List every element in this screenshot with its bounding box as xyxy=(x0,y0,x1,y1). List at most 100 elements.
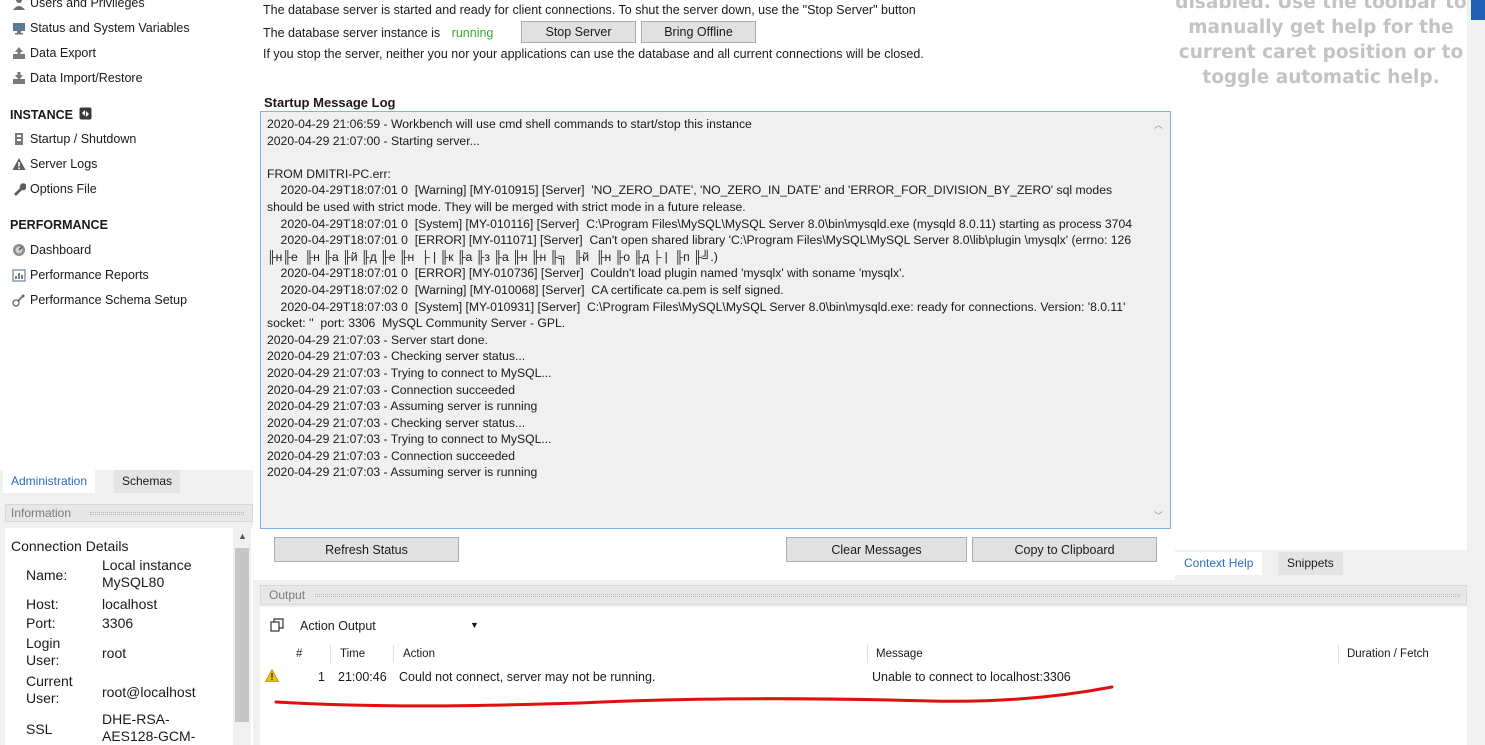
context-help-panel: disabled. Use the toolbar to manually ge… xyxy=(1175,0,1467,550)
log-line: 2020-04-29 21:07:03 - Assuming server is… xyxy=(267,465,538,480)
nav-item-performance-reports[interactable]: Performance Reports xyxy=(12,265,149,285)
reports-icon xyxy=(12,268,26,282)
column-number[interactable]: # xyxy=(296,648,302,660)
information-header: Information xyxy=(5,504,253,522)
startup-shutdown-page: The database server is started and ready… xyxy=(253,0,1175,580)
header-grip xyxy=(90,512,244,515)
log-line: 2020-04-29 21:07:00 - Starting server... xyxy=(267,133,480,148)
info-label-ssl: SSL xyxy=(26,721,53,737)
information-scrollbar[interactable]: ▲ xyxy=(233,528,251,745)
row-message: Unable to connect to localhost:3306 xyxy=(872,670,1071,684)
nav-item-status-and-system-variables[interactable]: Status and System Variables xyxy=(13,18,190,38)
instance-toggle-icon[interactable] xyxy=(79,107,92,123)
sidebar-toggle[interactable] xyxy=(1471,0,1485,20)
nav-item-performance-schema-setup[interactable]: Performance Schema Setup xyxy=(12,290,188,310)
server-state-value: running xyxy=(451,26,494,40)
scrollbar-thumb[interactable] xyxy=(235,548,249,722)
row-number: 1 xyxy=(318,670,325,684)
info-label-port: Port: xyxy=(26,615,56,631)
nav-item-dashboard[interactable]: Dashboard xyxy=(13,240,92,260)
nav-item-label: Dashboard xyxy=(30,243,92,257)
info-value-host: localhost xyxy=(102,596,158,612)
warning-icon xyxy=(264,668,280,685)
log-line: 2020-04-29T18:07:02 0 [Warning] [MY-0100… xyxy=(267,282,784,297)
nav-item-label: Status and System Variables xyxy=(30,21,190,35)
log-line: 2020-04-29 21:07:03 - Connection succeed… xyxy=(267,448,515,463)
output-header: Output xyxy=(260,585,1467,605)
column-separator xyxy=(867,645,868,663)
help-tabs: Context Help Snippets xyxy=(1175,552,1467,575)
nav-item-data-export[interactable]: Data Export xyxy=(13,43,96,63)
connection-details-title: Connection Details xyxy=(11,538,129,554)
log-line: 2020-04-29T18:07:01 0 [Warning] [MY-0109… xyxy=(267,183,1116,214)
tab-snippets[interactable]: Snippets xyxy=(1278,552,1343,575)
column-time[interactable]: Time xyxy=(340,648,365,660)
instance-heading: INSTANCE xyxy=(10,106,92,124)
dashboard-icon xyxy=(12,243,26,257)
log-line: 2020-04-29 21:06:59 - Workbench will use… xyxy=(267,117,752,131)
info-value-ssl: DHE-RSA- AES128-GCM- xyxy=(102,711,196,744)
monitor-icon xyxy=(12,21,26,35)
column-message[interactable]: Message xyxy=(876,648,923,660)
server-state-line: The database server instance is running xyxy=(263,26,494,40)
column-separator xyxy=(1338,645,1339,663)
chevron-down-icon[interactable]: ▼ xyxy=(470,620,479,630)
output-type-select[interactable]: Action Output xyxy=(300,619,376,633)
refresh-status-button[interactable]: Refresh Status xyxy=(274,537,459,562)
info-label-login-user: Login User: xyxy=(26,635,61,668)
info-value-login-user: root xyxy=(102,645,127,661)
row-action: Could not connect, server may not be run… xyxy=(399,670,656,684)
row-time: 21:00:46 xyxy=(338,670,387,684)
column-separator xyxy=(330,645,331,663)
tab-schemas[interactable]: Schemas xyxy=(114,470,181,493)
nav-item-label: Performance Schema Setup xyxy=(30,293,188,307)
copy-icon[interactable] xyxy=(270,618,284,632)
header-grip xyxy=(315,594,1460,597)
import-icon xyxy=(12,71,26,85)
nav-item-label: Startup / Shutdown xyxy=(30,132,137,146)
log-line: 2020-04-29 21:07:03 - Trying to connect … xyxy=(267,432,552,447)
info-value-current-user: root@localhost xyxy=(102,684,196,700)
nav-item-options-file[interactable]: Options File xyxy=(14,179,97,199)
right-sidebar-edge xyxy=(1467,0,1485,745)
nav-item-users-and-privileges[interactable]: Users and Privileges xyxy=(13,0,145,13)
tab-context-help[interactable]: Context Help xyxy=(1175,552,1263,575)
log-text: 2020-04-29 21:06:59 - Workbench will use… xyxy=(267,116,1147,481)
stop-warning-message: If you stop the server, neither you nor … xyxy=(263,47,924,61)
users-icon xyxy=(12,0,26,10)
nav-item-label: Users and Privileges xyxy=(30,0,145,10)
log-line: 2020-04-29 21:07:03 - Server start done. xyxy=(267,332,488,347)
nav-item-data-import-restore[interactable]: Data Import/Restore xyxy=(13,68,143,88)
help-message: disabled. Use the toolbar to manually ge… xyxy=(1175,0,1467,88)
clear-messages-button[interactable]: Clear Messages xyxy=(786,537,967,562)
nav-item-label: Options File xyxy=(30,182,97,196)
log-line: 2020-04-29T18:07:01 0 [ERROR] [MY-010736… xyxy=(267,266,905,281)
navigator-tabs: Administration Schemas xyxy=(0,470,253,493)
log-line: 2020-04-29 21:07:03 - Assuming server is… xyxy=(267,399,538,414)
nav-item-server-logs[interactable]: Server Logs xyxy=(12,154,98,174)
navigator-panel: Users and Privileges Status and System V… xyxy=(0,0,253,470)
export-icon xyxy=(12,46,26,60)
column-duration[interactable]: Duration / Fetch xyxy=(1347,648,1429,660)
startup-log-title: Startup Message Log xyxy=(264,95,396,110)
startup-message-log[interactable]: 2020-04-29 21:06:59 - Workbench will use… xyxy=(260,111,1171,529)
nav-item-label: Server Logs xyxy=(30,157,98,171)
tab-administration[interactable]: Administration xyxy=(3,470,96,493)
log-line: FROM DMITRI-PC.err: xyxy=(267,166,391,181)
column-action[interactable]: Action xyxy=(403,648,435,660)
wrench-icon xyxy=(12,182,26,196)
scroll-up-icon[interactable]: ▲ xyxy=(238,531,247,541)
bring-offline-button[interactable]: Bring Offline xyxy=(641,21,756,43)
nav-item-startup-shutdown[interactable]: Startup / Shutdown xyxy=(15,129,137,149)
info-value-name: Local instance MySQL80 xyxy=(102,557,192,590)
copy-to-clipboard-button[interactable]: Copy to Clipboard xyxy=(972,537,1157,562)
column-separator xyxy=(393,645,394,663)
info-label-name: Name: xyxy=(26,567,68,583)
scroll-down-icon[interactable]: ﹀ xyxy=(1154,509,1163,522)
warning-icon xyxy=(12,157,26,171)
stop-server-button[interactable]: Stop Server xyxy=(521,21,636,43)
log-line: 2020-04-29 21:07:03 - Connection succeed… xyxy=(267,382,515,397)
scroll-up-icon[interactable]: ︿ xyxy=(1154,118,1163,131)
output-panel: Action Output ▼ # Time Action Message Du… xyxy=(260,607,1467,745)
